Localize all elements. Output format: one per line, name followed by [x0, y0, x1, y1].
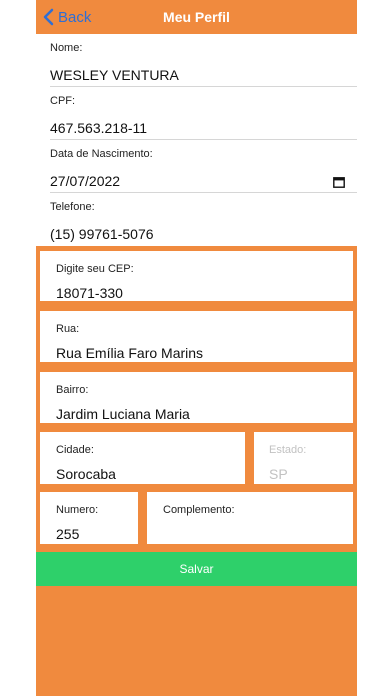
cpf-label: CPF:	[50, 95, 76, 107]
birthdate-value[interactable]: 27/07/2022	[50, 173, 357, 189]
cep-label: Digite seu CEP:	[56, 263, 134, 275]
city-label: Cidade:	[56, 444, 94, 456]
number-value[interactable]: 255	[56, 526, 79, 542]
street-label: Rua:	[56, 323, 80, 335]
name-value[interactable]: WESLEY VENTURA	[50, 67, 357, 83]
state-value: SP	[269, 466, 288, 482]
number-box[interactable]: Numero: 255	[40, 492, 138, 544]
state-box: Estado: SP	[254, 432, 353, 484]
cep-value[interactable]: 18071-330	[56, 285, 123, 301]
cpf-value[interactable]: 467.563.218-11	[50, 120, 357, 136]
city-value[interactable]: Sorocaba	[56, 466, 116, 482]
phone-value[interactable]: (15) 99761-5076	[50, 226, 357, 242]
phone-field[interactable]: Telefone: (15) 99761-5076	[50, 193, 357, 246]
personal-info-section: Nome: WESLEY VENTURA CPF: 467.563.218-11…	[36, 34, 357, 246]
neighborhood-label: Bairro:	[56, 384, 89, 396]
city-box[interactable]: Cidade: Sorocaba	[40, 432, 245, 484]
page-title: Meu Perfil	[163, 9, 230, 25]
cpf-field[interactable]: CPF: 467.563.218-11	[50, 87, 357, 140]
phone-label: Telefone:	[50, 201, 95, 213]
profile-screen: Back Meu Perfil Nome: WESLEY VENTURA CPF…	[36, 0, 357, 696]
neighborhood-value[interactable]: Jardim Luciana Maria	[56, 406, 190, 422]
birthdate-field[interactable]: Data de Nascimento: 27/07/2022	[50, 140, 357, 193]
cep-box[interactable]: Digite seu CEP: 18071-330	[40, 251, 353, 301]
birthdate-label: Data de Nascimento:	[50, 148, 153, 160]
name-label: Nome:	[50, 42, 83, 54]
save-button[interactable]: Salvar	[36, 552, 357, 586]
navigation-bar: Back Meu Perfil	[36, 0, 357, 34]
calendar-icon[interactable]	[333, 176, 345, 188]
complement-box[interactable]: Complemento:	[147, 492, 353, 544]
complement-label: Complemento:	[163, 504, 235, 516]
name-field[interactable]: Nome: WESLEY VENTURA	[50, 34, 357, 87]
neighborhood-box[interactable]: Bairro: Jardim Luciana Maria	[40, 372, 353, 423]
number-label: Numero:	[56, 504, 99, 516]
state-label: Estado:	[269, 444, 307, 456]
street-value[interactable]: Rua Emília Faro Marins	[56, 345, 203, 361]
street-box[interactable]: Rua: Rua Emília Faro Marins	[40, 311, 353, 362]
